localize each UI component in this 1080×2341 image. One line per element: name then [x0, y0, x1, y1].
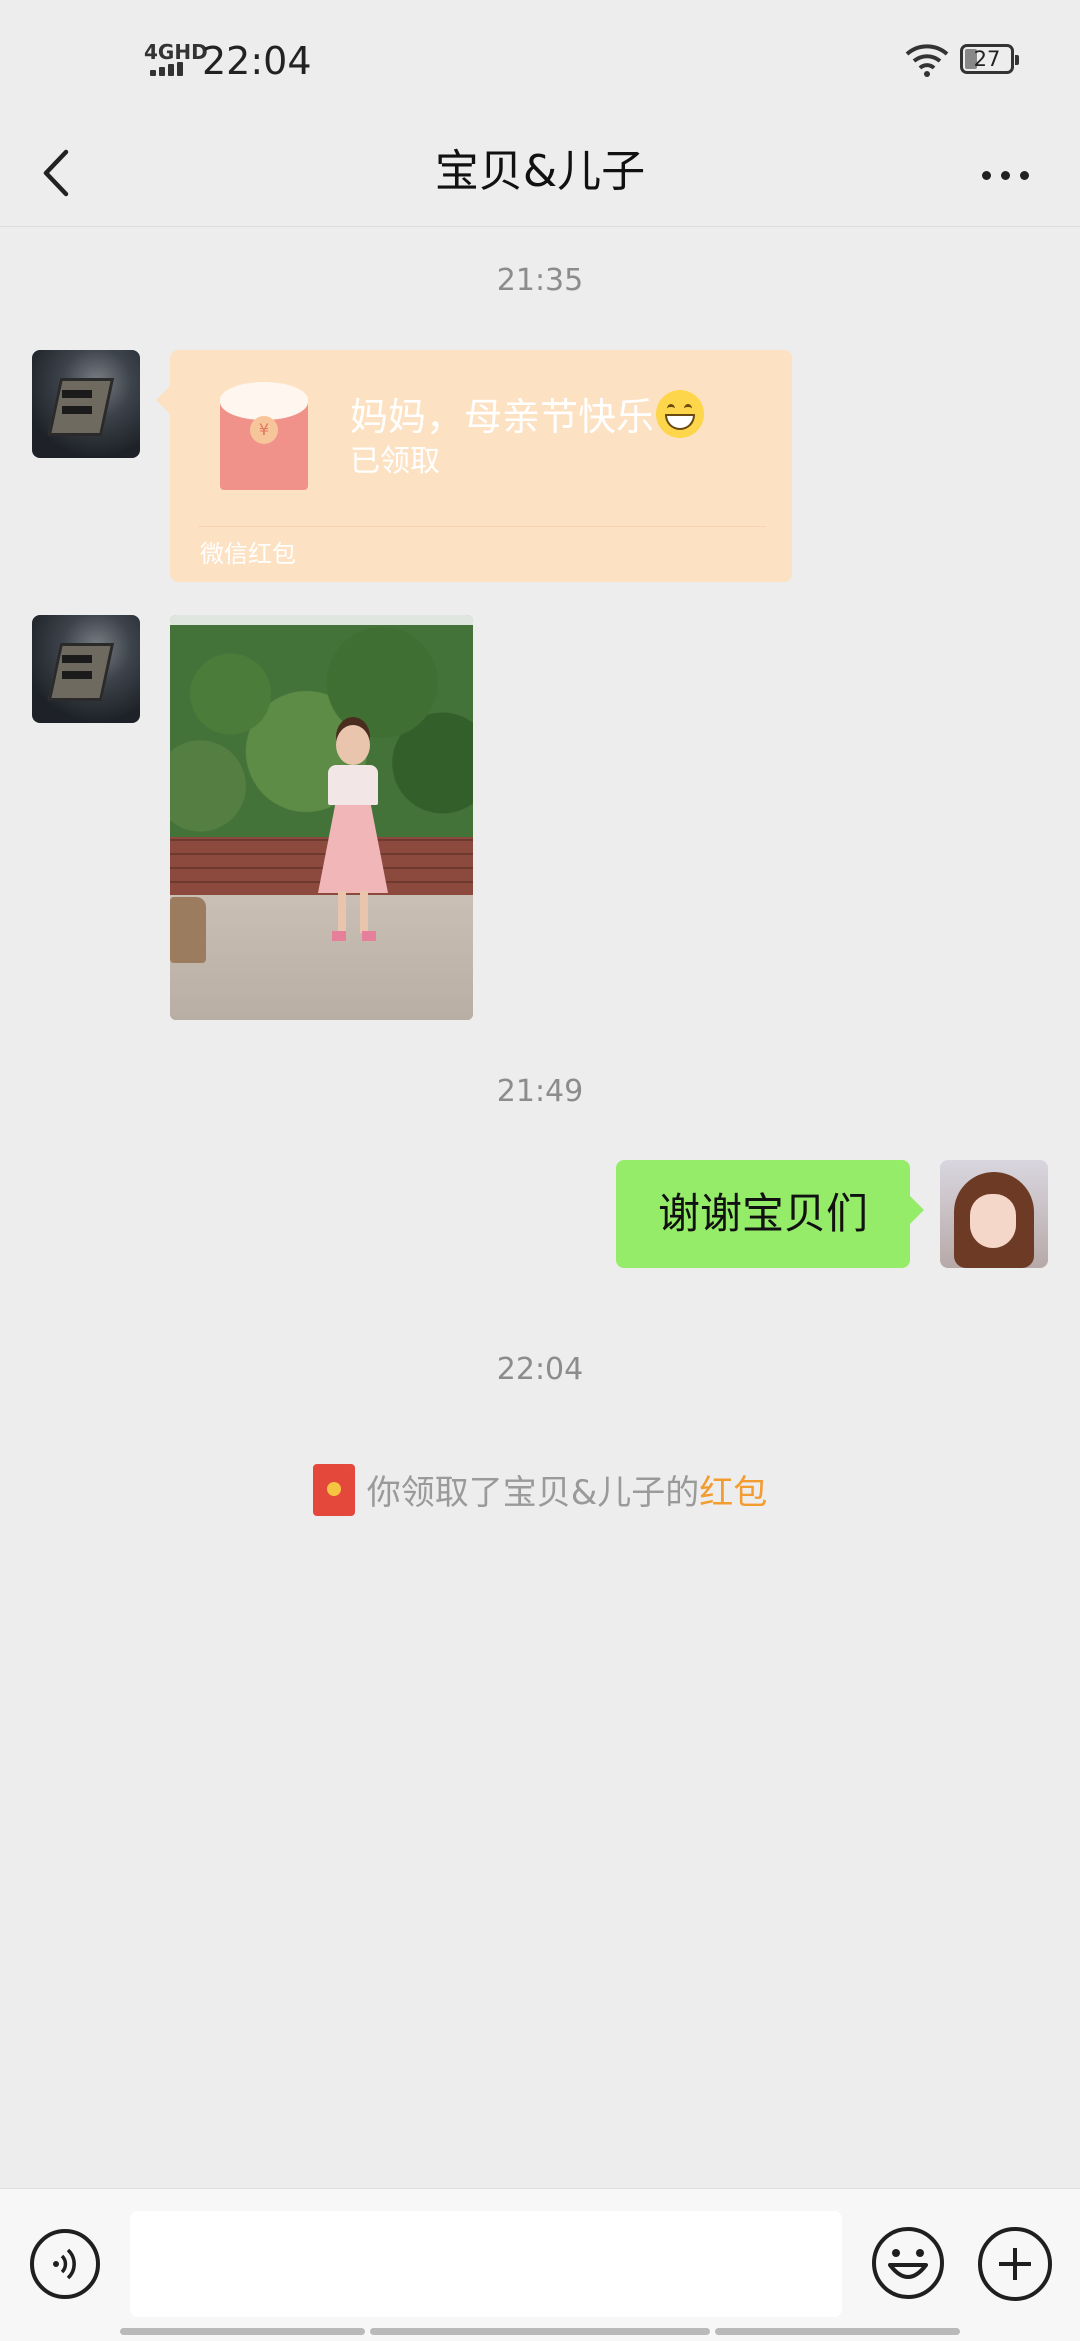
contact-avatar[interactable]	[32, 615, 140, 723]
emoji-icon[interactable]	[870, 2225, 946, 2301]
chat-title: 宝贝&儿子	[434, 146, 646, 197]
status-bar: 4GHD 22:04 27	[0, 0, 1080, 120]
battery-level: 27	[973, 47, 1001, 71]
timestamp: 22:04	[496, 1352, 584, 1387]
status-time: 22:04	[202, 39, 312, 83]
my-avatar[interactable]	[940, 1160, 1048, 1268]
timestamp: 21:49	[496, 1074, 584, 1109]
red-packet-status: 已领取	[350, 444, 440, 479]
signal-icon	[150, 62, 190, 76]
red-packet-icon: ¥	[220, 382, 308, 490]
input-bar	[0, 2188, 1080, 2341]
contact-avatar[interactable]	[32, 350, 140, 458]
red-packet-title: 妈妈，母亲节快乐	[350, 390, 705, 442]
red-packet-footer: 微信红包	[200, 540, 296, 568]
nav-bar: 宝贝&儿子	[0, 120, 1080, 227]
more-dots-icon[interactable]	[970, 138, 1040, 208]
battery-icon: 27	[960, 44, 1019, 74]
red-packet-mini-icon	[312, 1464, 355, 1516]
image-message[interactable]	[170, 615, 473, 1020]
red-packet-link[interactable]: 红包	[699, 1473, 767, 1513]
gesture-bar	[370, 2328, 710, 2335]
plus-icon[interactable]	[978, 2227, 1052, 2301]
gesture-bar	[715, 2328, 960, 2335]
grinning-face-icon	[656, 390, 705, 438]
red-packet-message[interactable]: ¥ 妈妈，母亲节快乐 已领取 微信红包	[156, 350, 792, 582]
sent-message-bubble[interactable]: 谢谢宝贝们	[616, 1160, 924, 1268]
back-arrow-icon[interactable]	[30, 138, 100, 208]
system-notice: 你领取了宝贝&儿子的红包	[0, 1464, 1080, 1521]
divider	[198, 526, 766, 527]
message-text: 谢谢宝贝们	[657, 1189, 868, 1238]
voice-icon[interactable]	[30, 2229, 100, 2299]
message-input[interactable]	[130, 2211, 842, 2317]
gesture-bar	[120, 2328, 365, 2335]
timestamp: 21:35	[496, 263, 584, 298]
wifi-icon	[905, 44, 949, 77]
notice-text: 你领取了宝贝&儿子的	[366, 1473, 700, 1513]
network-indicator: 4GHD	[144, 40, 208, 64]
